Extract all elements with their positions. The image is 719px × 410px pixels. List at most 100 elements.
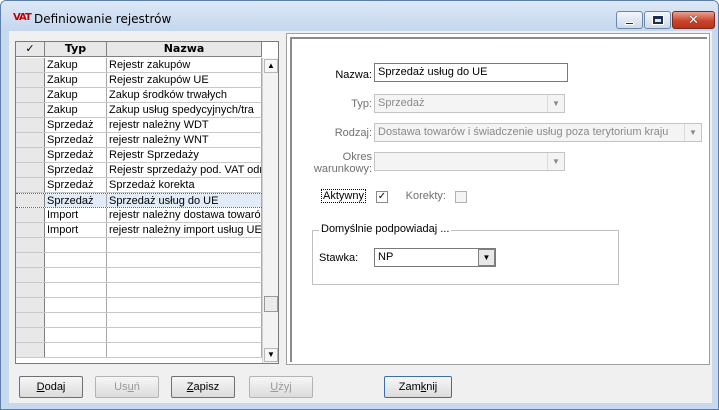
typ-cell xyxy=(45,313,107,327)
table-row[interactable]: Zakup Zakup usług spedycyjnych/tra xyxy=(16,103,262,118)
aktywny-checkbox[interactable]: ✓ xyxy=(376,191,388,203)
maximize-icon xyxy=(651,15,664,25)
row-check-cell[interactable] xyxy=(16,328,45,342)
typ-value: Sprzedaż xyxy=(378,97,425,109)
table-row[interactable]: Zakup Rejestr zakupów xyxy=(16,58,262,73)
nazwa-cell: rejestr należny import usług UE xyxy=(109,223,262,237)
table-row[interactable]: Sprzedaż rejestr należny WNT xyxy=(16,133,262,148)
row-check-cell[interactable] xyxy=(16,103,45,117)
dodaj-button[interactable]: Dodaj xyxy=(19,376,83,398)
table-row[interactable]: Sprzedaż Sprzedaż korekta xyxy=(16,178,262,193)
typ-cell: Zakup xyxy=(45,88,107,102)
table-row[interactable]: Sprzedaż Rejestr sprzedaży pod. VAT odr xyxy=(16,163,262,178)
nazwa-column-header[interactable]: Nazwa xyxy=(107,42,262,56)
okres-label-line2: warunkowy: xyxy=(313,163,372,175)
row-check-cell[interactable] xyxy=(16,208,45,222)
typ-cell xyxy=(45,343,107,357)
table-row[interactable] xyxy=(16,298,262,313)
table-row[interactable] xyxy=(16,253,262,268)
typ-cell: Import xyxy=(45,223,107,237)
chevron-down-icon[interactable]: ▼ xyxy=(478,249,495,266)
row-check-cell[interactable] xyxy=(16,283,45,297)
zapisz-rest: apisz xyxy=(193,381,220,393)
nazwa-cell: Rejestr zakupów UE xyxy=(107,73,262,87)
typ-cell: Zakup xyxy=(45,73,107,87)
default-suggestions-group: Domyślnie podpowiadaj ... Stawka: NP ▼ xyxy=(312,223,619,285)
table-row[interactable]: Zakup Rejestr zakupów UE xyxy=(16,73,262,88)
typ-cell xyxy=(45,283,107,297)
grid-scrollbar[interactable]: ▲ ▼ xyxy=(262,58,278,363)
scroll-thumb[interactable] xyxy=(264,296,278,312)
close-icon: ✕ xyxy=(688,12,699,28)
aktywny-label-text: Aktywny xyxy=(321,189,366,203)
typ-cell: Sprzedaż xyxy=(45,118,107,132)
typ-cell xyxy=(45,328,107,342)
chevron-down-icon[interactable]: ▼ xyxy=(547,95,564,112)
row-check-cell[interactable] xyxy=(16,148,45,162)
typ-cell: Zakup xyxy=(45,103,107,117)
table-row[interactable] xyxy=(16,313,262,328)
row-check-cell[interactable] xyxy=(16,88,45,102)
nazwa-cell xyxy=(107,253,262,267)
row-check-cell[interactable] xyxy=(16,163,45,177)
maximize-button[interactable] xyxy=(644,11,671,29)
stawka-select[interactable]: NP ▼ xyxy=(374,248,496,267)
row-check-cell[interactable] xyxy=(16,118,45,132)
typ-cell: Sprzedaż xyxy=(45,133,107,147)
typ-cell xyxy=(45,238,107,252)
aktywny-label[interactable]: Aktywny xyxy=(320,189,366,203)
row-check-cell[interactable] xyxy=(16,253,45,267)
chevron-down-icon[interactable]: ▼ xyxy=(684,124,701,141)
title-bar[interactable]: VAT Definiowanie rejestrów ✕ xyxy=(1,1,718,31)
usun-button[interactable]: Usuń xyxy=(95,376,159,398)
table-row[interactable] xyxy=(16,328,262,343)
nazwa-cell xyxy=(107,298,262,312)
close-button[interactable]: ✕ xyxy=(672,11,715,29)
okres-warunkowy-select[interactable]: ▼ xyxy=(374,152,565,171)
table-row[interactable]: Sprzedaż Rejestr Sprzedaży xyxy=(16,148,262,163)
typ-select[interactable]: Sprzedaż ▼ xyxy=(374,94,565,113)
table-row[interactable] xyxy=(16,343,262,358)
row-check-cell[interactable] xyxy=(16,223,45,237)
table-row[interactable] xyxy=(16,283,262,298)
korekty-checkbox[interactable] xyxy=(455,191,467,203)
table-row[interactable]: Zakup Zakup środków trwałych xyxy=(16,88,262,103)
table-row[interactable] xyxy=(16,268,262,283)
zapisz-button[interactable]: Zapisz xyxy=(171,376,235,398)
uzyj-button[interactable]: Użyj xyxy=(249,376,313,398)
row-check-cell[interactable] xyxy=(16,194,45,207)
nazwa-cell xyxy=(107,268,262,282)
check-column-header[interactable]: ✓ xyxy=(16,42,45,56)
row-check-cell[interactable] xyxy=(16,343,45,357)
typ-cell: Sprzedaż xyxy=(45,178,107,192)
row-check-cell[interactable] xyxy=(16,313,45,327)
table-row[interactable]: Sprzedaż Sprzedaż usług do UE xyxy=(16,193,262,208)
row-check-cell[interactable] xyxy=(16,298,45,312)
row-check-cell[interactable] xyxy=(16,238,45,252)
dialog-client-area: ✓ Typ Nazwa Zakup Rejestr zakupów Zakup Rej… xyxy=(9,31,712,403)
typ-cell: Sprzedaż xyxy=(45,163,107,177)
minimize-button[interactable] xyxy=(616,11,643,29)
nazwa-input[interactable]: Sprzedaż usług do UE xyxy=(374,63,568,82)
row-check-cell[interactable] xyxy=(16,133,45,147)
row-check-cell[interactable] xyxy=(16,178,45,192)
stawka-value: NP xyxy=(378,251,394,263)
okres-warunkowy-label: Okres warunkowy: xyxy=(302,151,372,175)
table-row[interactable]: Sprzedaż rejestr należny WDT xyxy=(16,118,262,133)
minimize-icon xyxy=(625,21,634,25)
table-row[interactable]: Import rejestr należny import usług UE xyxy=(16,223,262,238)
scroll-down-icon[interactable]: ▼ xyxy=(264,348,278,362)
row-check-cell[interactable] xyxy=(16,268,45,282)
chevron-down-icon[interactable]: ▼ xyxy=(547,153,564,170)
rodzaj-select[interactable]: Dostawa towarów i świadczenie usług poza… xyxy=(374,123,702,142)
table-row[interactable] xyxy=(16,238,262,253)
scroll-up-icon[interactable]: ▲ xyxy=(264,59,278,73)
table-row[interactable]: Import rejestr należny dostawa towaró xyxy=(16,208,262,223)
rodzaj-label: Rodzaj: xyxy=(334,127,372,139)
row-check-cell[interactable] xyxy=(16,58,45,72)
row-check-cell[interactable] xyxy=(16,73,45,87)
uzyj-rest: żyj xyxy=(278,381,292,393)
zamknij-button[interactable]: Zamknij xyxy=(384,376,452,398)
korekty-label: Korekty: xyxy=(405,190,446,202)
typ-column-header[interactable]: Typ xyxy=(45,42,107,56)
